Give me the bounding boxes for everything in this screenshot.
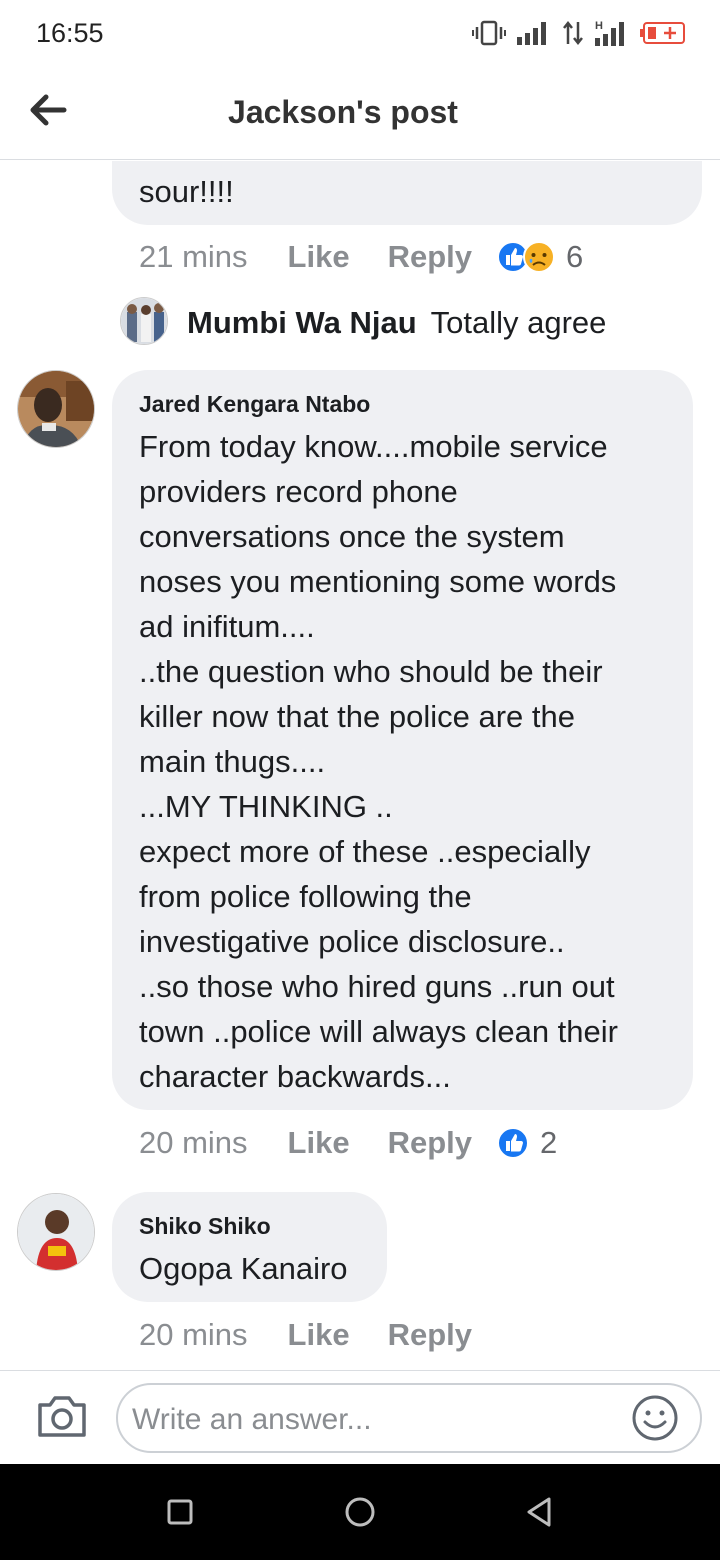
status-time: 16:55 (36, 18, 104, 48)
reply-button[interactable]: Reply (388, 1125, 472, 1161)
reply-button[interactable]: Reply (388, 239, 472, 275)
reaction-count: 2 (540, 1125, 558, 1160)
comment-composer: Write an answer... (0, 1370, 720, 1464)
reactions[interactable]: 2 (496, 1125, 557, 1161)
signal-h-icon: H (595, 20, 624, 46)
nav-back-icon[interactable] (522, 1494, 558, 1530)
like-button[interactable]: Like (288, 1125, 350, 1161)
like-button[interactable]: Like (288, 1317, 350, 1353)
comment-bubble: sour!!!! (112, 161, 702, 225)
comment-time: 21 mins (139, 239, 248, 274)
comment-meta: 20 mins Like Reply (139, 1317, 472, 1353)
svg-text:H: H (595, 20, 603, 32)
comment-time: 20 mins (139, 1125, 248, 1160)
nav-circle-icon[interactable] (342, 1494, 378, 1530)
comment-time: 20 mins (139, 1317, 248, 1352)
camera-icon[interactable] (36, 1393, 88, 1439)
answer-placeholder: Write an answer... (132, 1403, 372, 1436)
avatar[interactable] (17, 370, 95, 448)
comment-meta: 20 mins Like Reply 2 (139, 1125, 557, 1161)
reply-author[interactable]: Mumbi Wa Njau (187, 305, 417, 341)
signal-icon (517, 22, 546, 45)
comment-text: From today know....mobile service provid… (139, 429, 618, 1094)
comment-bubble: Shiko Shiko Ogopa Kanairo (112, 1192, 387, 1302)
system-nav-bar (0, 1464, 720, 1560)
like-button[interactable]: Like (288, 239, 350, 275)
reply-text: Totally agree (430, 305, 607, 340)
like-reaction-icon (497, 1127, 529, 1159)
answer-input[interactable]: Write an answer... (116, 1383, 702, 1453)
reply-button[interactable]: Reply (388, 1317, 472, 1353)
reply-preview[interactable]: Mumbi Wa Njau Totally agree (187, 305, 606, 341)
avatar[interactable] (17, 1193, 95, 1271)
avatar[interactable] (120, 297, 168, 345)
comments-list[interactable]: sour!!!! 21 mins Like Reply 6 Mumbi Wa N… (0, 161, 720, 1370)
post-header: Jackson's post (0, 64, 720, 160)
comment-text: sour!!!! (139, 174, 234, 209)
comment-meta: 21 mins Like Reply 6 (139, 239, 583, 275)
status-bar: 16:55 H (0, 0, 720, 64)
sad-reaction-icon (523, 241, 555, 273)
nav-square-icon[interactable] (162, 1494, 198, 1530)
page-title: Jackson's post (228, 94, 458, 130)
data-transfer-icon (563, 20, 583, 46)
comment-author[interactable]: Shiko Shiko (139, 1213, 271, 1240)
comment-author[interactable]: Jared Kengara Ntabo (139, 391, 370, 418)
reactions[interactable]: 6 (496, 239, 583, 275)
comment-bubble: Jared Kengara Ntabo From today know....m… (112, 370, 693, 1110)
reaction-count: 6 (566, 239, 584, 274)
comment-text: Ogopa Kanairo (139, 1251, 348, 1286)
status-icons: H (472, 18, 686, 48)
emoji-icon[interactable] (630, 1393, 680, 1443)
battery-low-icon (640, 22, 685, 44)
vibrate-icon (472, 20, 506, 46)
